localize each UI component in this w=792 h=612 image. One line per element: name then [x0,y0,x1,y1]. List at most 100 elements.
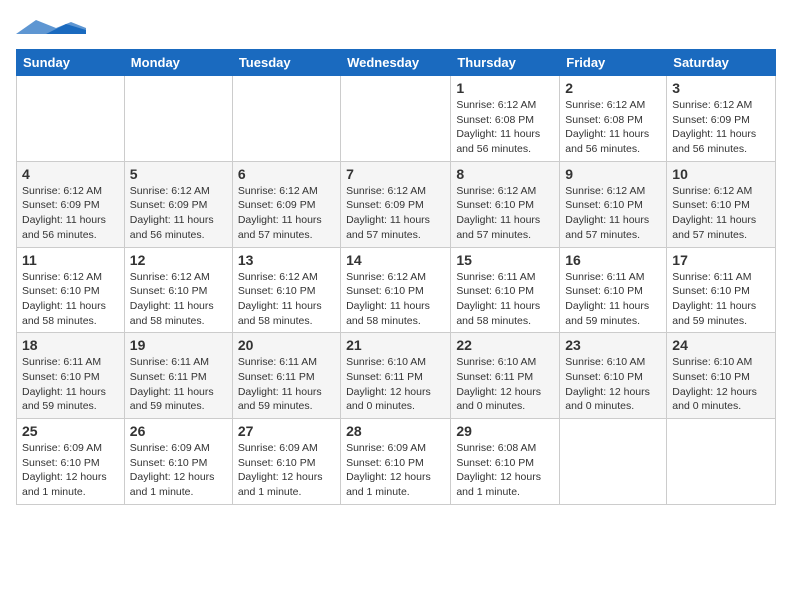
calendar-cell: 15 Sunrise: 6:11 AM Sunset: 6:10 PM Dayli… [451,247,560,333]
day-number: 1 [456,80,554,96]
day-info: Sunrise: 6:12 AM Sunset: 6:08 PM Dayligh… [565,98,661,157]
calendar-cell [232,76,340,162]
calendar-cell: 1 Sunrise: 6:12 AM Sunset: 6:08 PM Daylig… [451,76,560,162]
day-info: Sunrise: 6:10 AM Sunset: 6:10 PM Dayligh… [565,355,661,414]
day-number: 15 [456,252,554,268]
day-info: Sunrise: 6:08 AM Sunset: 6:10 PM Dayligh… [456,441,554,500]
day-number: 24 [672,337,770,353]
day-number: 19 [130,337,227,353]
day-info: Sunrise: 6:12 AM Sunset: 6:10 PM Dayligh… [22,270,119,329]
day-info: Sunrise: 6:11 AM Sunset: 6:10 PM Dayligh… [22,355,119,414]
day-number: 22 [456,337,554,353]
calendar-cell: 3 Sunrise: 6:12 AM Sunset: 6:09 PM Daylig… [667,76,776,162]
day-info: Sunrise: 6:10 AM Sunset: 6:10 PM Dayligh… [672,355,770,414]
day-info: Sunrise: 6:09 AM Sunset: 6:10 PM Dayligh… [238,441,335,500]
weekday-header: Wednesday [341,50,451,76]
weekday-header: Friday [560,50,667,76]
day-info: Sunrise: 6:11 AM Sunset: 6:10 PM Dayligh… [565,270,661,329]
calendar-cell [124,76,232,162]
day-number: 17 [672,252,770,268]
day-info: Sunrise: 6:09 AM Sunset: 6:10 PM Dayligh… [130,441,227,500]
calendar-cell [560,419,667,505]
calendar-cell: 26 Sunrise: 6:09 AM Sunset: 6:10 PM Dayli… [124,419,232,505]
day-number: 28 [346,423,445,439]
calendar-cell: 12 Sunrise: 6:12 AM Sunset: 6:10 PM Dayli… [124,247,232,333]
calendar-cell: 18 Sunrise: 6:11 AM Sunset: 6:10 PM Dayli… [17,333,125,419]
day-info: Sunrise: 6:11 AM Sunset: 6:11 PM Dayligh… [130,355,227,414]
calendar-cell: 22 Sunrise: 6:10 AM Sunset: 6:11 PM Dayli… [451,333,560,419]
day-number: 8 [456,166,554,182]
day-info: Sunrise: 6:12 AM Sunset: 6:09 PM Dayligh… [238,184,335,243]
calendar-cell: 25 Sunrise: 6:09 AM Sunset: 6:10 PM Dayli… [17,419,125,505]
day-number: 11 [22,252,119,268]
day-number: 6 [238,166,335,182]
day-info: Sunrise: 6:11 AM Sunset: 6:10 PM Dayligh… [456,270,554,329]
calendar-cell: 14 Sunrise: 6:12 AM Sunset: 6:10 PM Dayli… [341,247,451,333]
logo [16,20,86,41]
day-info: Sunrise: 6:12 AM Sunset: 6:10 PM Dayligh… [565,184,661,243]
calendar-cell [667,419,776,505]
calendar-cell: 13 Sunrise: 6:12 AM Sunset: 6:10 PM Dayli… [232,247,340,333]
calendar-cell: 28 Sunrise: 6:09 AM Sunset: 6:10 PM Dayli… [341,419,451,505]
calendar-cell: 17 Sunrise: 6:11 AM Sunset: 6:10 PM Dayli… [667,247,776,333]
calendar-cell: 27 Sunrise: 6:09 AM Sunset: 6:10 PM Dayli… [232,419,340,505]
day-info: Sunrise: 6:11 AM Sunset: 6:11 PM Dayligh… [238,355,335,414]
day-number: 29 [456,423,554,439]
day-info: Sunrise: 6:09 AM Sunset: 6:10 PM Dayligh… [22,441,119,500]
calendar-table: SundayMondayTuesdayWednesdayThursdayFrid… [16,49,776,505]
calendar-cell: 21 Sunrise: 6:10 AM Sunset: 6:11 PM Dayli… [341,333,451,419]
day-number: 16 [565,252,661,268]
day-info: Sunrise: 6:12 AM Sunset: 6:09 PM Dayligh… [672,98,770,157]
weekday-header: Tuesday [232,50,340,76]
calendar-cell: 24 Sunrise: 6:10 AM Sunset: 6:10 PM Dayli… [667,333,776,419]
logo-icon [16,20,86,36]
day-info: Sunrise: 6:10 AM Sunset: 6:11 PM Dayligh… [346,355,445,414]
day-info: Sunrise: 6:12 AM Sunset: 6:10 PM Dayligh… [346,270,445,329]
day-info: Sunrise: 6:12 AM Sunset: 6:10 PM Dayligh… [238,270,335,329]
day-number: 2 [565,80,661,96]
day-number: 7 [346,166,445,182]
day-number: 23 [565,337,661,353]
day-number: 3 [672,80,770,96]
day-info: Sunrise: 6:10 AM Sunset: 6:11 PM Dayligh… [456,355,554,414]
day-number: 13 [238,252,335,268]
day-info: Sunrise: 6:12 AM Sunset: 6:10 PM Dayligh… [130,270,227,329]
calendar-cell: 29 Sunrise: 6:08 AM Sunset: 6:10 PM Dayli… [451,419,560,505]
day-number: 27 [238,423,335,439]
day-number: 9 [565,166,661,182]
day-number: 12 [130,252,227,268]
day-info: Sunrise: 6:12 AM Sunset: 6:08 PM Dayligh… [456,98,554,157]
calendar-cell: 7 Sunrise: 6:12 AM Sunset: 6:09 PM Daylig… [341,161,451,247]
calendar-cell: 4Sunrise: 6:12 AM Sunset: 6:09 PM Daylig… [17,161,125,247]
weekday-header: Thursday [451,50,560,76]
calendar-cell: 19 Sunrise: 6:11 AM Sunset: 6:11 PM Dayli… [124,333,232,419]
calendar-cell: 16 Sunrise: 6:11 AM Sunset: 6:10 PM Dayli… [560,247,667,333]
day-info: Sunrise: 6:12 AM Sunset: 6:09 PM Dayligh… [346,184,445,243]
day-info: Sunrise: 6:12 AM Sunset: 6:10 PM Dayligh… [672,184,770,243]
day-number: 21 [346,337,445,353]
day-number: 10 [672,166,770,182]
weekday-header: Saturday [667,50,776,76]
day-number: 18 [22,337,119,353]
calendar-cell: 23 Sunrise: 6:10 AM Sunset: 6:10 PM Dayli… [560,333,667,419]
calendar-cell: 2 Sunrise: 6:12 AM Sunset: 6:08 PM Daylig… [560,76,667,162]
day-number: 20 [238,337,335,353]
day-info: Sunrise: 6:12 AM Sunset: 6:10 PM Dayligh… [456,184,554,243]
calendar-cell: 6 Sunrise: 6:12 AM Sunset: 6:09 PM Daylig… [232,161,340,247]
day-number: 25 [22,423,119,439]
day-number: 26 [130,423,227,439]
day-number: 14 [346,252,445,268]
calendar-cell [17,76,125,162]
day-info: Sunrise: 6:12 AM Sunset: 6:09 PM Dayligh… [130,184,227,243]
weekday-header: Monday [124,50,232,76]
calendar-cell: 20 Sunrise: 6:11 AM Sunset: 6:11 PM Dayli… [232,333,340,419]
calendar-cell: 8 Sunrise: 6:12 AM Sunset: 6:10 PM Daylig… [451,161,560,247]
day-number: 5 [130,166,227,182]
calendar-cell [341,76,451,162]
calendar-cell: 5 Sunrise: 6:12 AM Sunset: 6:09 PM Daylig… [124,161,232,247]
day-info: Sunrise: 6:11 AM Sunset: 6:10 PM Dayligh… [672,270,770,329]
calendar-cell: 9 Sunrise: 6:12 AM Sunset: 6:10 PM Daylig… [560,161,667,247]
day-info: Sunrise: 6:09 AM Sunset: 6:10 PM Dayligh… [346,441,445,500]
weekday-header: Sunday [17,50,125,76]
day-number: 4 [22,166,119,182]
